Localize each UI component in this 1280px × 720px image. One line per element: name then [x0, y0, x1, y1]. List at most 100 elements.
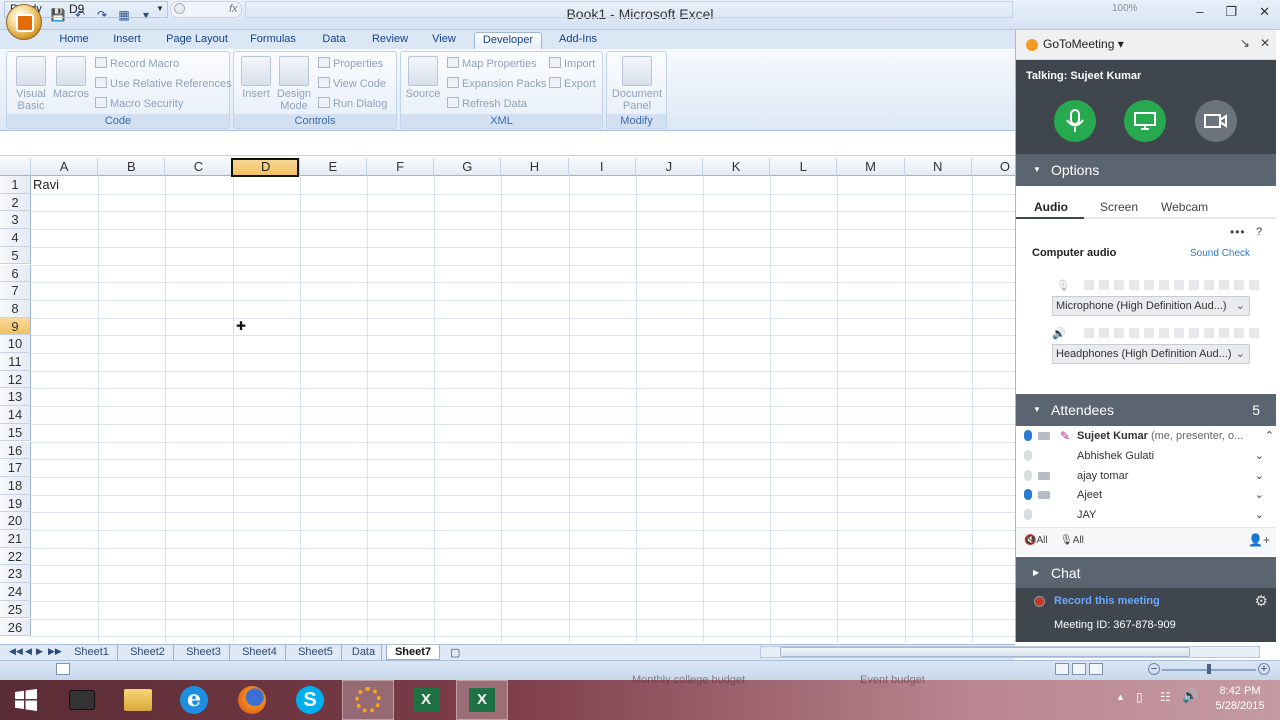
sound-check-link[interactable]: Sound Check [1190, 248, 1250, 259]
gotomeeting-menu[interactable]: GoToMeeting ▾ [1043, 37, 1124, 51]
row-header[interactable]: 23 [0, 565, 31, 584]
column-header[interactable]: N [905, 158, 972, 176]
tab-screen[interactable]: Screen [1100, 200, 1138, 214]
restore-icon[interactable]: ❐ [1225, 4, 1237, 20]
chevron-down-icon[interactable]: ⌄ [1255, 508, 1264, 521]
tab-view[interactable]: View [424, 32, 464, 49]
collapse-panel-icon[interactable]: ↘ [1240, 36, 1250, 50]
row-header[interactable]: 15 [0, 423, 31, 442]
taskbar-skype[interactable]: S [284, 680, 336, 720]
attendee-row[interactable]: ajay tomar ⌄ [1016, 468, 1276, 487]
settings-gear-icon[interactable]: ⚙ [1255, 592, 1268, 610]
row-header[interactable]: 8 [0, 299, 31, 318]
zoom-in-icon[interactable]: + [1258, 663, 1270, 675]
page-break-view-icon[interactable] [1089, 663, 1103, 675]
record-macro-button[interactable]: Record Macro [95, 55, 179, 73]
refresh-data-button[interactable]: Refresh Data [447, 95, 527, 113]
sheet-tab[interactable]: Sheet2 [122, 645, 174, 660]
options-section-header[interactable]: ▼ Options [1016, 154, 1276, 186]
attendees-section-header[interactable]: ▼ Attendees 5 [1016, 394, 1276, 426]
attendee-row[interactable]: Abhishek Gulati ⌄ [1016, 448, 1276, 467]
column-header[interactable]: I [569, 158, 636, 176]
next-sheet-icon[interactable]: ▶ [36, 646, 43, 657]
last-sheet-icon[interactable]: ▶▶ [48, 646, 62, 657]
active-cell-d9[interactable] [231, 158, 299, 177]
close-icon[interactable]: ✕ [1259, 4, 1270, 20]
device-icon[interactable]: ▯ [1136, 690, 1143, 704]
design-mode-button[interactable]: Design Mode [276, 56, 312, 112]
visual-basic-button[interactable]: Visual Basic [11, 56, 51, 112]
taskbar-clock[interactable]: 8:42 PM 5/28/2015 [1208, 684, 1272, 714]
use-relative-references-button[interactable]: Use Relative References [95, 75, 232, 93]
properties-button[interactable]: Properties [318, 55, 383, 73]
taskbar-internet-explorer[interactable]: e [168, 680, 220, 720]
volume-icon[interactable]: 🔊 [1182, 688, 1198, 704]
column-header[interactable]: C [165, 158, 233, 176]
row-header[interactable]: 2 [0, 193, 31, 212]
column-header[interactable]: O [972, 158, 1015, 176]
row-header[interactable]: 4 [0, 229, 31, 247]
row-header[interactable]: 6 [0, 264, 31, 283]
attendee-row[interactable]: ✎ Sujeet Kumar (me, presenter, o... ⌃ [1016, 428, 1276, 447]
sheet-tab-active[interactable]: Sheet7 [386, 645, 440, 660]
chevron-down-icon[interactable]: ⌄ [1255, 488, 1264, 501]
attendee-row[interactable]: JAY ⌄ [1016, 507, 1276, 526]
column-header[interactable]: M [837, 158, 905, 176]
zoom-slider-thumb[interactable] [1207, 664, 1211, 674]
column-header[interactable]: K [703, 158, 771, 176]
taskbar-gotomeeting[interactable] [342, 680, 394, 720]
select-all-corner[interactable] [0, 158, 31, 176]
sheet-tab[interactable]: Sheet5 [290, 645, 342, 660]
export-button[interactable]: Export [549, 75, 596, 93]
attendee-row[interactable]: Ajeet ⌄ [1016, 487, 1276, 506]
row-header[interactable]: 9 [0, 317, 31, 336]
sheet-tab[interactable]: Sheet3 [178, 645, 230, 660]
column-header[interactable]: E [300, 158, 367, 176]
import-button[interactable]: Import [549, 55, 595, 73]
row-header[interactable]: 20 [0, 512, 31, 530]
name-box-dropdown-icon[interactable]: ▼ [156, 4, 164, 13]
tab-home[interactable]: Home [52, 32, 96, 49]
mute-all-button[interactable]: 🔇All [1024, 535, 1048, 546]
webcam-button[interactable] [1195, 100, 1237, 142]
tab-developer[interactable]: Developer [474, 32, 542, 49]
zoom-out-icon[interactable]: − [1148, 663, 1160, 675]
taskbar-firefox[interactable] [226, 680, 278, 720]
row-header[interactable]: 22 [0, 547, 31, 566]
minimize-icon[interactable]: – [1196, 4, 1203, 20]
row-header[interactable]: 14 [0, 406, 31, 424]
close-panel-icon[interactable]: ✕ [1260, 36, 1270, 50]
zoom-level[interactable]: 100% [1112, 3, 1138, 14]
row-header[interactable]: 18 [0, 476, 31, 495]
run-dialog-button[interactable]: Run Dialog [318, 95, 387, 113]
taskbar-excel-recent[interactable]: X [400, 680, 452, 720]
microphone-button[interactable] [1054, 100, 1096, 142]
unmute-all-button[interactable]: 🎙All [1060, 535, 1084, 546]
macros-button[interactable]: Macros [51, 56, 91, 100]
microphone-select[interactable]: Microphone (High Definition Aud...) ⌄ [1052, 296, 1250, 316]
macro-security-button[interactable]: Macro Security [95, 95, 183, 113]
tab-insert[interactable]: Insert [106, 32, 148, 49]
insert-sheet-icon[interactable]: ▢ [450, 646, 460, 659]
tab-audio[interactable]: Audio [1034, 200, 1068, 214]
horizontal-scroll-thumb[interactable] [780, 647, 1190, 657]
column-header[interactable]: F [367, 158, 435, 176]
show-hidden-icons-icon[interactable]: ▲ [1116, 692, 1125, 702]
sheet-tab[interactable]: Sheet4 [234, 645, 286, 660]
office-button[interactable] [6, 4, 42, 40]
row-header[interactable]: 11 [0, 353, 31, 371]
column-header[interactable]: J [636, 158, 703, 176]
normal-view-icon[interactable] [1055, 663, 1069, 675]
more-options-icon[interactable]: ••• [1230, 225, 1246, 239]
row-header[interactable]: 16 [0, 441, 31, 460]
macro-record-status-icon[interactable] [56, 663, 70, 675]
chevron-up-icon[interactable]: ⌃ [1265, 429, 1274, 442]
row-header[interactable]: 3 [0, 211, 31, 230]
tab-page-layout[interactable]: Page Layout [160, 32, 234, 49]
expansion-packs-button[interactable]: Expansion Packs [447, 75, 546, 93]
column-header[interactable]: L [770, 158, 838, 176]
column-header[interactable]: A [31, 158, 99, 176]
row-header[interactable]: 17 [0, 459, 31, 477]
sheet-tab[interactable]: Sheet1 [66, 645, 118, 660]
row-header[interactable]: 7 [0, 282, 31, 300]
